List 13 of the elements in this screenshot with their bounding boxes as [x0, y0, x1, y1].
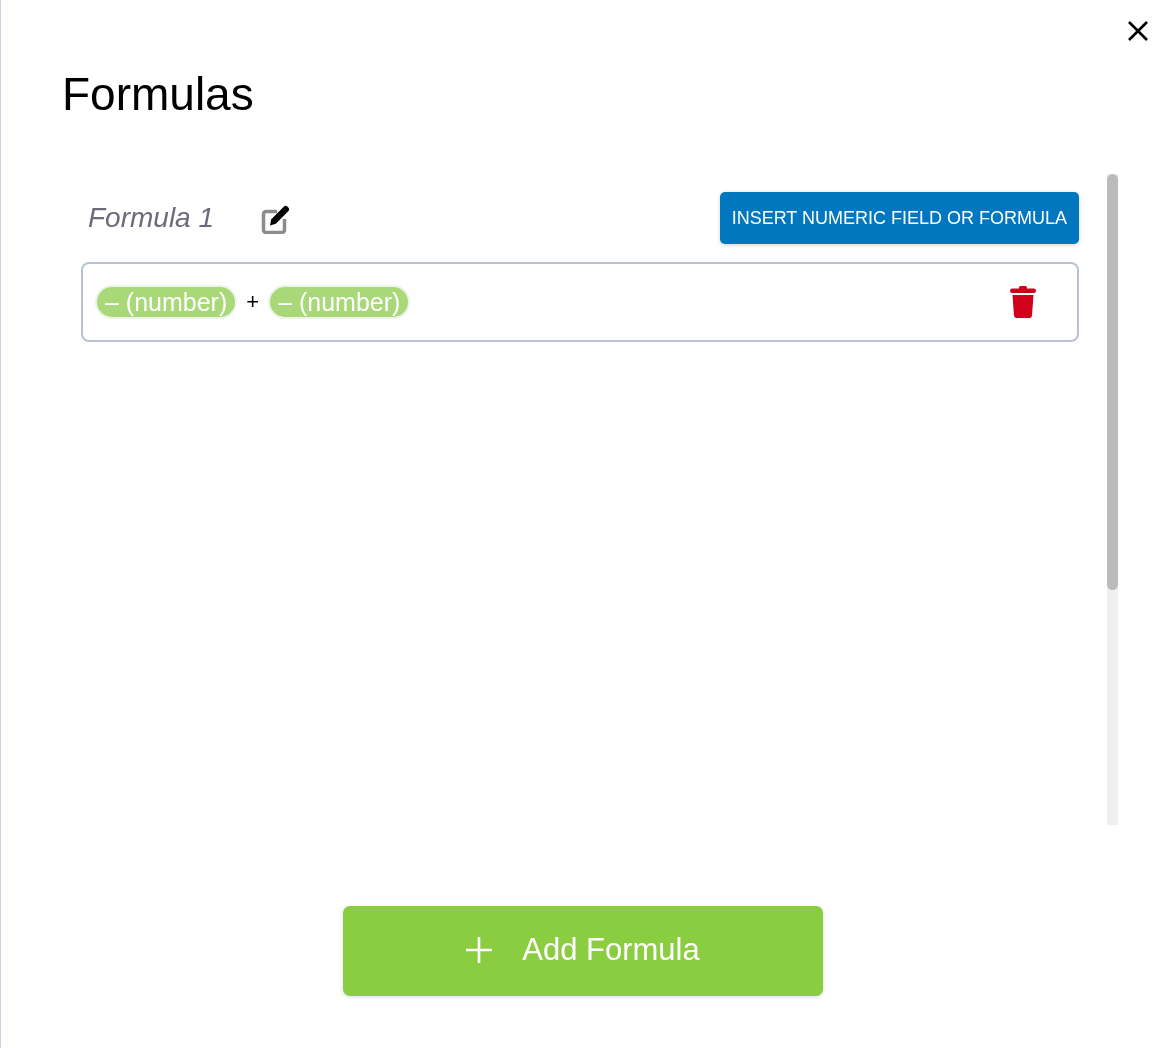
add-formula-button[interactable]: Add Formula — [343, 906, 823, 996]
dialog-title: Formulas — [62, 68, 254, 120]
number-chip[interactable]: – (number) — [95, 285, 238, 319]
number-chip[interactable]: – (number) — [268, 285, 411, 319]
scrollbar[interactable] — [1107, 174, 1118, 825]
scrollbar-thumb[interactable] — [1107, 174, 1118, 590]
plus-icon — [466, 937, 493, 963]
trash-icon[interactable] — [1010, 286, 1036, 318]
close-icon[interactable] — [1127, 20, 1149, 42]
formula-field[interactable]: – (number) + – (number) — [81, 262, 1079, 342]
operator-text: + — [246, 289, 260, 315]
formula-name: Formula 1 — [88, 202, 215, 234]
insert-field-button[interactable]: INSERT NUMERIC FIELD OR FORMULA — [719, 192, 1079, 244]
